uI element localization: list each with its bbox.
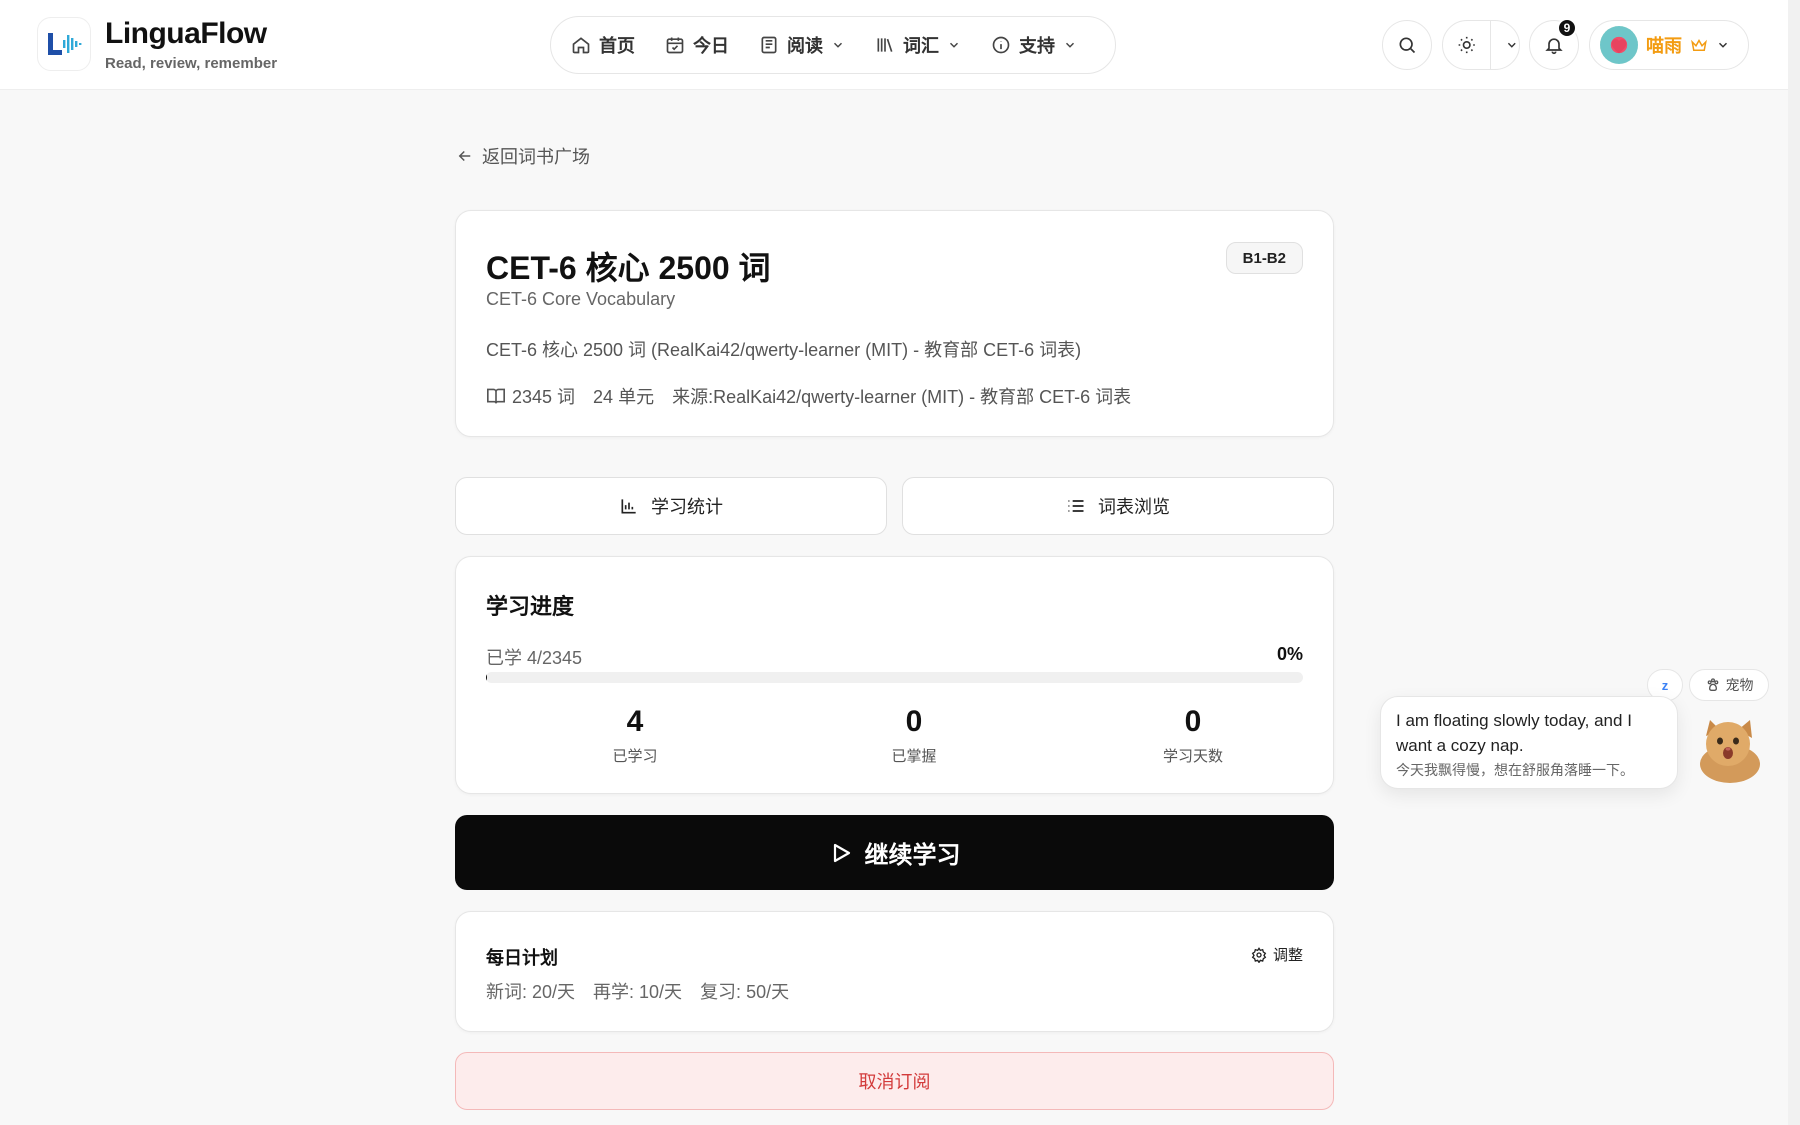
progress-bar: [486, 672, 1303, 683]
user-menu[interactable]: 喵雨: [1589, 20, 1749, 70]
progress-bar-fill: [486, 672, 488, 683]
nav-item-label: 首页: [599, 36, 635, 56]
word-list-button[interactable]: 词表浏览: [902, 477, 1334, 535]
notification-badge: 9: [1557, 18, 1577, 38]
heart-icon: [1611, 39, 1627, 54]
sleep-icon: z: [1661, 677, 1669, 693]
plan-title: 每日计划: [486, 948, 558, 968]
theme-toggle[interactable]: [1442, 20, 1520, 70]
stat-days: 0 学习天数: [1093, 705, 1293, 766]
pet-toggle-button[interactable]: 宠物: [1689, 669, 1769, 701]
nav-item-home[interactable]: 首页: [571, 32, 649, 58]
notifications-button[interactable]: 9: [1529, 18, 1579, 70]
stat-value: 0: [905, 705, 923, 738]
tab-label: 学习统计: [651, 497, 723, 517]
tab-label: 词表浏览: [1098, 497, 1170, 517]
nav-item-reading[interactable]: 阅读: [759, 32, 859, 58]
book-subtitle: CET-6 Core Vocabulary: [486, 289, 676, 309]
arrow-left-icon: [458, 150, 471, 162]
adjust-label: 调整: [1272, 947, 1303, 964]
avatar: [1600, 26, 1638, 64]
back-link-label: 返回词书广场: [482, 147, 590, 167]
search-button[interactable]: [1382, 20, 1432, 70]
continue-learning-button[interactable]: 继续学习: [455, 815, 1334, 890]
user-name: 喵雨: [1646, 36, 1682, 56]
chevron-down-icon: [1065, 42, 1075, 48]
plan-new-words: 新词: 20/天: [486, 982, 576, 1002]
stat-learned: 4 已学习: [535, 705, 735, 766]
chevron-down-icon: [1508, 42, 1517, 48]
study-stats-button[interactable]: 学习统计: [455, 477, 887, 535]
adjust-plan-button[interactable]: 调整: [1251, 944, 1303, 965]
pet-message-zh: 今天我飘得慢，想在舒服角落睡一下。: [1396, 762, 1634, 779]
brand-subtitle: Read, review, remember: [105, 55, 278, 72]
book-title: CET-6 核心 2500 词: [486, 250, 771, 286]
plan-relearn: 再学: 10/天: [593, 982, 683, 1002]
crown-icon: [1691, 38, 1707, 51]
gear-icon: [1251, 946, 1267, 963]
chevron-down-icon: [1718, 42, 1728, 48]
book-info-card: CET-6 核心 2500 词 CET-6 Core Vocabulary B1…: [455, 210, 1334, 437]
plan-review: 复习: 50/天: [700, 982, 790, 1002]
logo[interactable]: [37, 17, 91, 71]
paw-icon: [1707, 678, 1718, 691]
stat-label: 学习天数: [1162, 748, 1223, 765]
sun-icon: [1458, 36, 1475, 54]
unsubscribe-button[interactable]: 取消订阅: [455, 1052, 1334, 1110]
nav-item-label: 词汇: [903, 36, 939, 56]
calendar-icon: [666, 37, 684, 54]
nav-item-today[interactable]: 今日: [665, 32, 743, 58]
nav-item-label: 支持: [1019, 36, 1055, 56]
stat-label: 已掌握: [891, 748, 937, 765]
chevron-down-icon: [949, 42, 959, 48]
search-icon: [1399, 37, 1416, 54]
scrollbar[interactable]: [1788, 0, 1800, 1125]
progress-label: 已学 4/2345: [486, 648, 583, 668]
back-to-library-link[interactable]: 返回词书广场: [456, 143, 590, 169]
main-nav: 首页 今日 阅读 词汇 支持: [550, 16, 1116, 74]
chevron-down-icon: [833, 42, 843, 48]
bell-icon: [1545, 38, 1563, 55]
progress-title: 学习进度: [486, 594, 575, 619]
stat-label: 已学习: [612, 748, 658, 765]
list-icon: [1068, 500, 1084, 512]
continue-label: 继续学习: [864, 842, 961, 869]
divider: [1490, 21, 1492, 69]
pet-toggle-label: 宠物: [1725, 677, 1754, 693]
unit-count: 24 单元: [593, 387, 655, 407]
home-icon: [572, 37, 590, 54]
logo-icon: [48, 33, 82, 55]
info-icon: [992, 36, 1010, 54]
book-source: 来源:RealKai42/qwerty-learner (MIT) - 教育部 …: [672, 387, 1132, 407]
pet-speech-bubble: I am floating slowly today, and I want a…: [1380, 696, 1678, 789]
word-count: 2345 词: [512, 387, 576, 407]
top-header: LinguaFlow Read, review, remember 首页 今日 …: [0, 0, 1788, 90]
progress-percent: 0%: [1276, 644, 1303, 664]
level-badge: B1-B2: [1225, 242, 1303, 274]
newspaper-icon: [761, 36, 777, 54]
book-open-icon: [487, 388, 505, 404]
nav-item-label: 今日: [693, 36, 729, 56]
play-icon: [833, 843, 850, 862]
pet-message-en: I am floating slowly today, and I want a…: [1396, 711, 1632, 755]
progress-card: 学习进度 已学 4/2345 0% 4 已学习 0 已掌握 0 学习天数: [455, 556, 1334, 794]
stat-value: 4: [626, 705, 644, 738]
brand-title[interactable]: LinguaFlow: [105, 17, 267, 51]
daily-plan-card: 每日计划 调整 新词: 20/天 再学: 10/天 复习: 50/天: [455, 911, 1334, 1032]
nav-item-support[interactable]: 支持: [991, 32, 1091, 58]
book-description: CET-6 核心 2500 词 (RealKai42/qwerty-learne…: [486, 340, 1082, 360]
bar-chart-icon: [621, 499, 636, 514]
pet-cat-image[interactable]: [1694, 716, 1764, 784]
library-icon: [877, 38, 893, 52]
nav-item-label: 阅读: [787, 36, 823, 56]
stat-value: 0: [1184, 705, 1202, 738]
nav-item-vocabulary[interactable]: 词汇: [875, 32, 975, 58]
stat-mastered: 0 已掌握: [814, 705, 1014, 766]
book-meta: 2345 词 24 单元 来源:RealKai42/qwerty-learner…: [486, 383, 1149, 409]
plan-values: 新词: 20/天 再学: 10/天 复习: 50/天: [486, 978, 807, 1004]
